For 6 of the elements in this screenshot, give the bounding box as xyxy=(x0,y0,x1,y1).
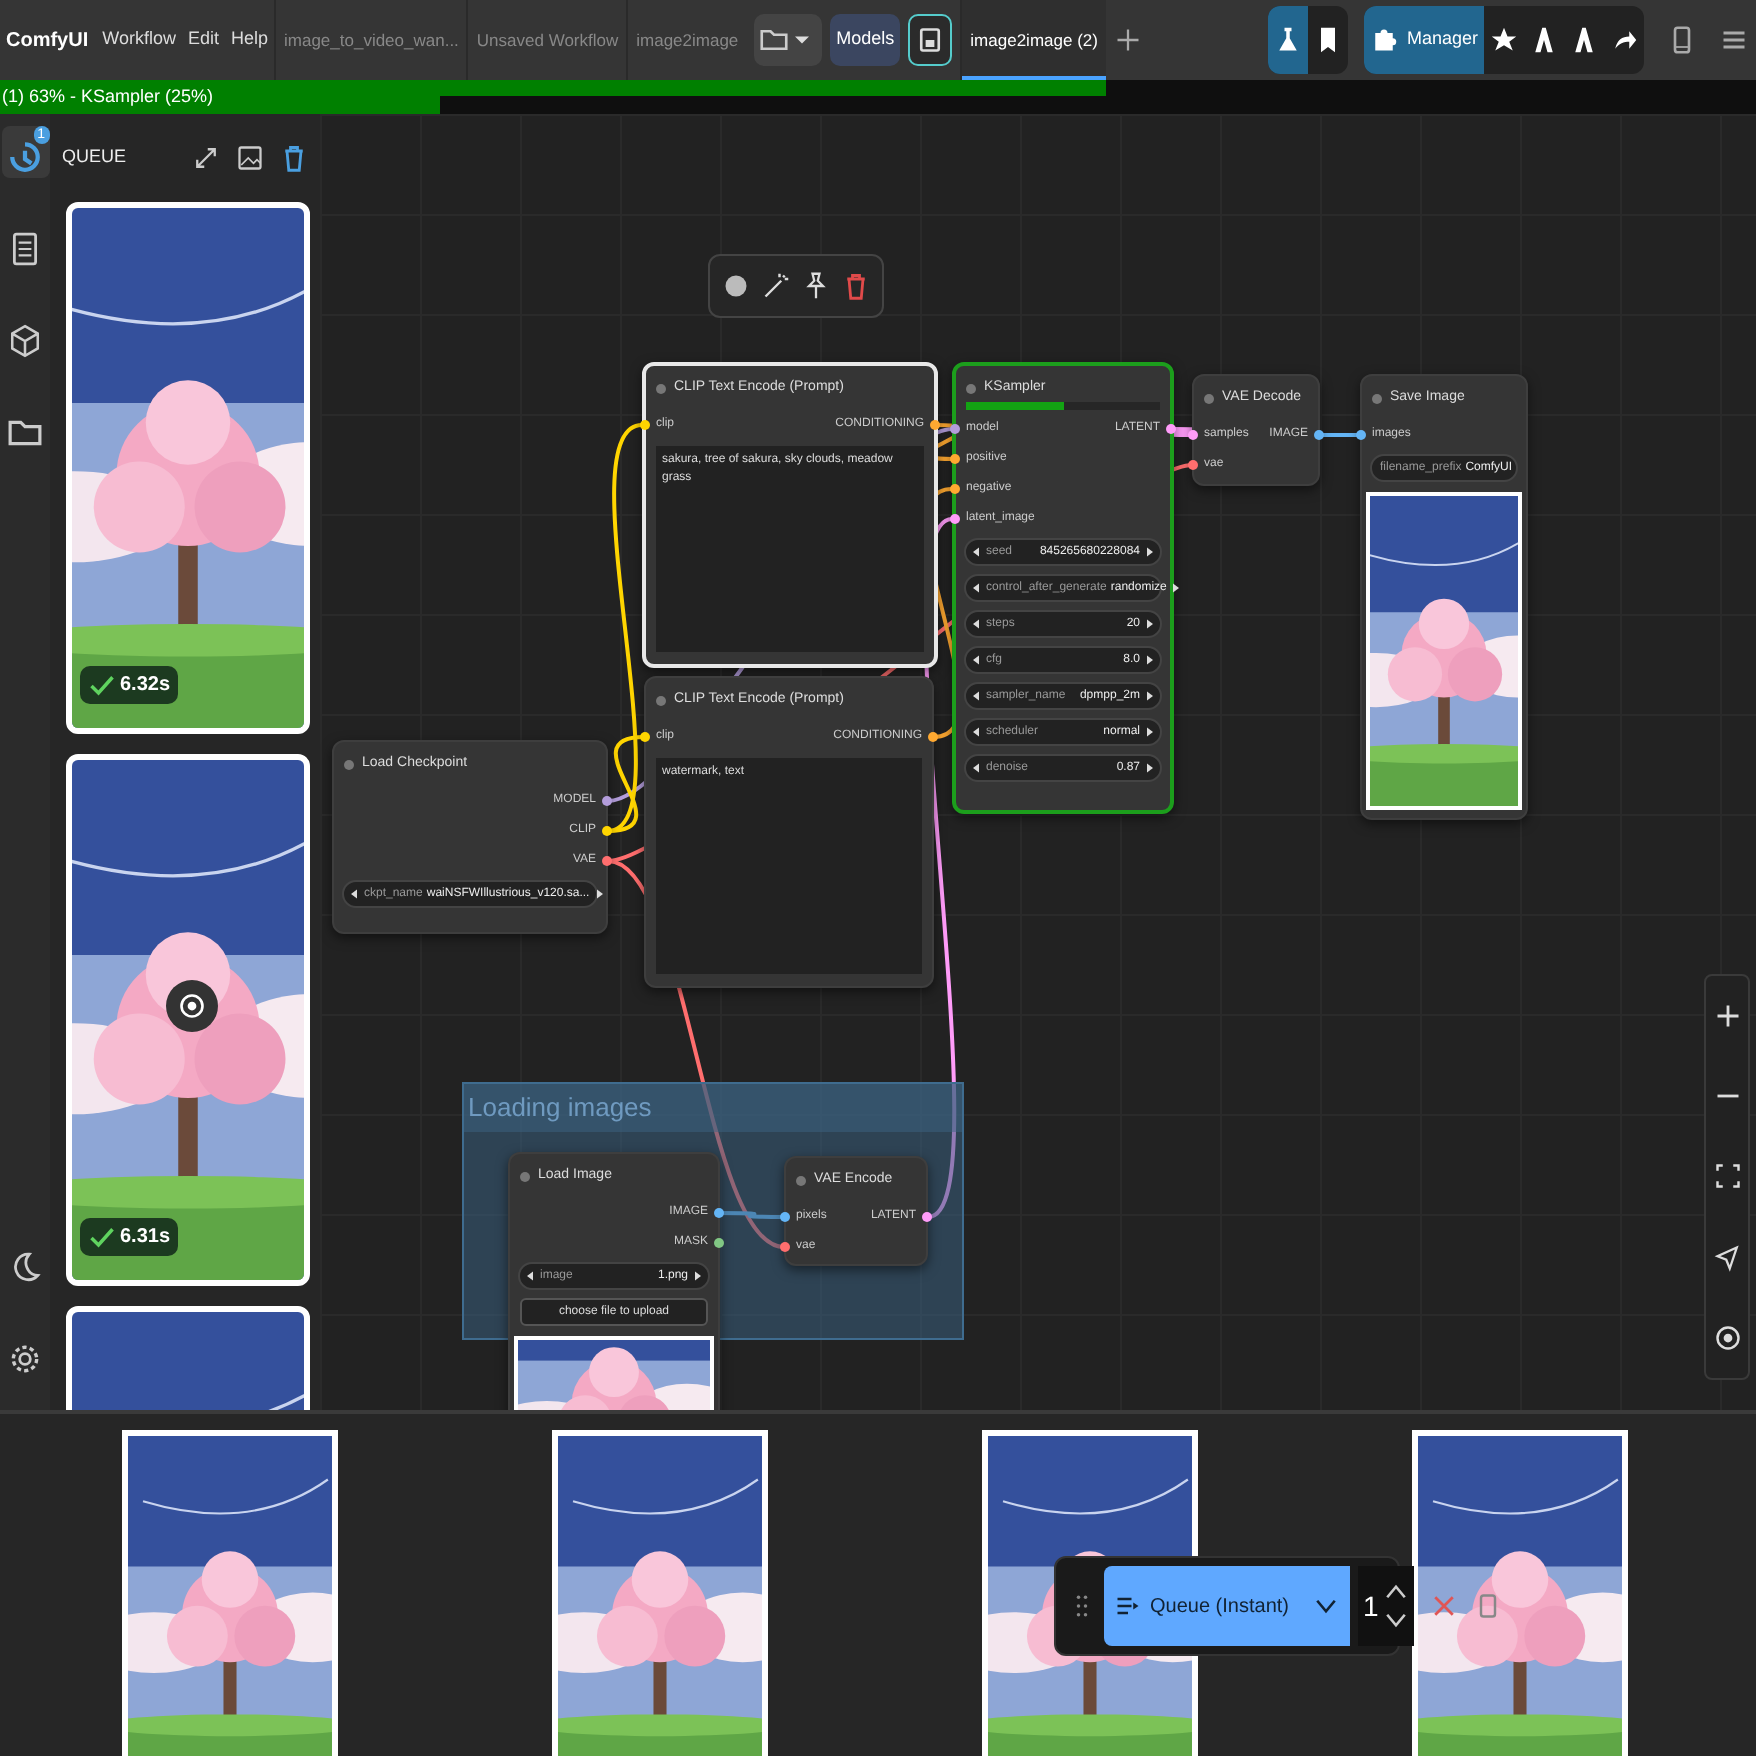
run-time: 6.31s xyxy=(120,1224,171,1252)
batch-count: 1 xyxy=(1362,1587,1379,1625)
run-time: 6.32s xyxy=(120,672,171,700)
group-title: Loading images xyxy=(464,1084,962,1131)
progress-text: (1) 63% - KSampler (25%) xyxy=(2,84,214,110)
panel-title: QUEUE xyxy=(62,144,129,171)
